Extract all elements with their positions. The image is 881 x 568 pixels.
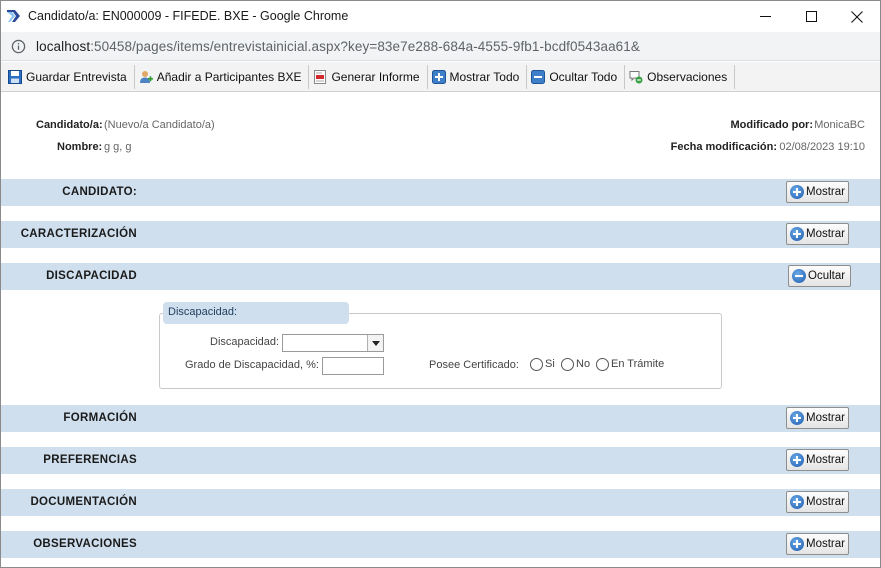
show-button-label: Mostrar	[806, 496, 845, 508]
section-title: DOCUMENTACIÓN	[30, 496, 137, 508]
show-documentacion-button[interactable]: Mostrar	[786, 491, 849, 513]
section-title: CARACTERIZACIÓN	[20, 228, 137, 240]
save-icon	[8, 69, 22, 84]
section-title: DISCAPACIDAD	[46, 270, 137, 282]
discapacidad-select[interactable]	[282, 334, 384, 352]
expand-icon	[790, 227, 804, 241]
generate-report-label: Generar Informe	[331, 69, 420, 84]
modified-date-label: Fecha modificación:	[670, 141, 777, 153]
show-button-label: Mostrar	[806, 538, 845, 550]
plus-icon	[431, 69, 446, 84]
toolbar-separator	[426, 64, 428, 89]
collapse-icon	[792, 269, 806, 283]
hide-discapacidad-button[interactable]: Ocultar	[788, 265, 851, 287]
radio-no[interactable]	[561, 358, 574, 371]
grado-label: Grado de Discapacidad, %:	[185, 359, 319, 371]
expand-icon	[790, 411, 804, 425]
show-button-label: Mostrar	[806, 228, 845, 240]
expand-icon	[790, 537, 804, 551]
toolbar: Guardar Entrevista Añadir a Participante…	[1, 62, 880, 92]
maximize-icon	[805, 11, 817, 22]
toolbar-separator	[133, 64, 135, 89]
radio-si-label: Si	[545, 358, 555, 370]
candidate-label: Candidato/a:	[36, 119, 103, 131]
browser-window: Candidato/a: EN000009 - FIFEDE. BXE - Go…	[0, 0, 881, 568]
minimize-button[interactable]	[742, 1, 788, 32]
add-to-participants-label: Añadir a Participantes BXE	[156, 69, 302, 84]
close-button[interactable]	[834, 1, 880, 32]
show-button-label: Mostrar	[806, 412, 845, 424]
app-logo-icon	[7, 10, 20, 22]
show-observaciones-button[interactable]: Mostrar	[786, 533, 849, 555]
show-all-button[interactable]: Mostrar Todo	[429, 65, 526, 89]
grado-input[interactable]	[322, 357, 384, 375]
add-to-participants-button[interactable]: Añadir a Participantes BXE	[136, 65, 308, 89]
info-icon[interactable]	[11, 39, 26, 54]
expand-icon	[790, 453, 804, 467]
modified-by-value: MonicaBC	[814, 119, 865, 131]
minus-icon	[531, 69, 546, 84]
show-candidato-button[interactable]: Mostrar	[786, 181, 849, 203]
section-documentacion: DOCUMENTACIÓN Mostrar	[1, 489, 880, 516]
title-bar: Candidato/a: EN000009 - FIFEDE. BXE - Go…	[1, 1, 880, 32]
hide-all-label: Ocultar Todo	[549, 69, 618, 84]
section-observaciones: OBSERVACIONES Mostrar	[1, 531, 880, 558]
section-candidato: CANDIDATO: Mostrar	[1, 179, 880, 206]
name-value: g g, g	[104, 141, 132, 153]
section-title: FORMACIÓN	[63, 412, 137, 424]
show-preferencias-button[interactable]: Mostrar	[786, 449, 849, 471]
show-button-label: Mostrar	[806, 454, 845, 466]
maximize-button[interactable]	[788, 1, 834, 32]
candidate-value: (Nuevo/a Candidato/a)	[104, 119, 215, 131]
toolbar-separator	[624, 64, 626, 89]
radio-no-label: No	[576, 358, 591, 370]
hide-button-label: Ocultar	[808, 270, 846, 282]
section-title: PREFERENCIAS	[43, 454, 137, 466]
observations-label: Observaciones	[647, 69, 728, 84]
pdf-icon	[314, 69, 327, 84]
url-host: localhost	[36, 39, 91, 54]
chevron-down-icon[interactable]	[367, 335, 383, 351]
expand-icon	[790, 495, 804, 509]
show-caracterizacion-button[interactable]: Mostrar	[786, 223, 849, 245]
close-icon	[851, 10, 863, 23]
add-user-icon	[139, 70, 153, 83]
radio-en-tramite[interactable]	[596, 358, 609, 371]
certificado-label: Posee Certificado:	[429, 359, 519, 371]
modified-by-label: Modificado por:	[730, 119, 814, 131]
url-text[interactable]: localhost:50458/pages/items/entrevistain…	[36, 39, 640, 54]
section-title: CANDIDATO:	[62, 186, 137, 198]
toolbar-separator	[526, 64, 528, 89]
modified-date-value: 02/08/2023 19:10	[779, 141, 865, 153]
name-label: Nombre:	[57, 141, 103, 153]
comments-icon	[629, 70, 643, 83]
section-title: OBSERVACIONES	[33, 538, 137, 550]
generate-report-button[interactable]: Generar Informe	[310, 65, 425, 89]
observations-button[interactable]: Observaciones	[626, 65, 733, 89]
section-formacion: FORMACIÓN Mostrar	[1, 405, 880, 432]
show-formacion-button[interactable]: Mostrar	[786, 407, 849, 429]
url-path: :50458/pages/items/entrevistainicial.asp…	[90, 39, 640, 54]
discapacidad-fieldset	[159, 313, 722, 389]
save-interview-button[interactable]: Guardar Entrevista	[5, 65, 133, 89]
address-bar[interactable]: localhost:50458/pages/items/entrevistain…	[1, 32, 880, 61]
hide-all-button[interactable]: Ocultar Todo	[528, 65, 623, 89]
discapacidad-legend: Discapacidad:	[163, 302, 349, 324]
save-interview-label: Guardar Entrevista	[26, 69, 127, 84]
minimize-icon	[759, 16, 771, 17]
radio-si[interactable]	[530, 358, 543, 371]
section-caracterizacion: CARACTERIZACIÓN Mostrar	[1, 221, 880, 248]
interview-form: Candidato/a: (Nuevo/a Candidato/a) Nombr…	[1, 93, 880, 567]
section-preferencias: PREFERENCIAS Mostrar	[1, 447, 880, 474]
section-discapacidad: DISCAPACIDAD Ocultar	[1, 263, 880, 290]
toolbar-separator	[308, 64, 310, 89]
toolbar-separator	[734, 64, 736, 89]
discapacidad-select-label: Discapacidad:	[210, 336, 280, 348]
window-title: Candidato/a: EN000009 - FIFEDE. BXE - Go…	[28, 9, 349, 23]
show-all-label: Mostrar Todo	[449, 69, 520, 84]
show-button-label: Mostrar	[806, 186, 845, 198]
radio-en-tramite-label: En Trámite	[611, 358, 665, 370]
expand-icon	[790, 185, 804, 199]
